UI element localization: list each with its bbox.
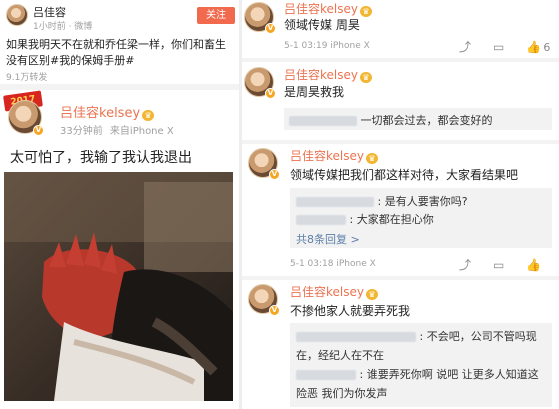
comment1-likes: 6 xyxy=(543,40,551,54)
vip-crown-icon: ♛ xyxy=(365,153,378,164)
comment4-author[interactable]: 吕佳容kelsey ♛ xyxy=(290,283,378,300)
comment3-meta: 5-1 03:18 iPhone X xyxy=(290,259,376,269)
comment1-meta: 5-1 03:19 iPhone X xyxy=(284,41,370,51)
like-icon[interactable]: 👍 6 xyxy=(526,40,550,54)
author-name[interactable]: 吕佳容 xyxy=(33,4,66,20)
redacted-username xyxy=(296,332,416,342)
divider xyxy=(242,140,559,144)
verified-icon: V xyxy=(265,88,276,99)
divider xyxy=(242,58,559,62)
comment-icon[interactable]: ▭ xyxy=(493,258,504,272)
photo-image xyxy=(4,172,233,401)
share-icon[interactable]: ⤴ xyxy=(459,256,471,273)
comment4-reply1b: 在，经纪人在不在 xyxy=(296,349,384,362)
comment4-reply2a-text: : 谁要弄死你啊 说吧 让更多人知道这 xyxy=(359,368,539,381)
comment3-author[interactable]: 吕佳容kelsey ♛ xyxy=(290,147,378,164)
comment4-reply1a: : 不会吧，公司不管吗现 xyxy=(296,328,537,344)
redacted-username xyxy=(289,116,357,126)
comment-icon[interactable]: ▭ xyxy=(493,40,504,54)
author-avatar[interactable] xyxy=(6,4,28,26)
repost-count: 9.1万转发 xyxy=(6,73,48,83)
comment2-author-text: 吕佳容kelsey xyxy=(284,68,358,82)
divider xyxy=(0,84,239,90)
comment3-reply2: : 大家都在担心你 xyxy=(296,211,434,227)
comment3-author-text: 吕佳容kelsey xyxy=(290,149,364,163)
card-text: 太可怕了，我输了我认我退出 xyxy=(10,150,192,166)
divider xyxy=(242,276,559,280)
vip-crown-icon: ♛ xyxy=(359,6,372,17)
comment2-reply-text: 一切都会过去，都会变好的 xyxy=(360,114,493,127)
card-source: 来自iPhone X xyxy=(109,126,174,137)
comment3-text: 领域传媒把我们都这样对待，大家看结果吧 xyxy=(290,168,519,182)
follow-button[interactable]: 关注 xyxy=(197,7,235,24)
verified-icon: V xyxy=(265,23,276,34)
comment2-text: 是周昊救我 xyxy=(284,85,345,99)
comment2-author[interactable]: 吕佳容kelsey ♛ xyxy=(284,66,372,83)
card-author-name[interactable]: 吕佳容kelsey ♛ xyxy=(60,102,155,121)
left-post: 吕佳容 1小时前 · 微博 关注 如果我明天不在就和乔任梁一样，你们和畜生 没有… xyxy=(0,0,239,409)
comment4-reply1a-text: : 不会吧，公司不管吗现 xyxy=(419,330,537,343)
redacted-username xyxy=(296,215,346,225)
like-icon[interactable]: 👍 xyxy=(526,258,541,272)
redacted-username xyxy=(296,370,356,380)
comment4-text: 不掺他家人就要弄死我 xyxy=(290,304,411,318)
post-text-line1: 如果我明天不在就和乔任梁一样，你们和畜生 xyxy=(6,38,226,51)
redacted-username xyxy=(296,197,374,207)
comment1-author-text: 吕佳容kelsey xyxy=(284,2,358,16)
verified-icon: V xyxy=(269,169,280,180)
comment4-author-text: 吕佳容kelsey xyxy=(290,285,364,299)
comment3-reply1: : 是有人要害你吗? xyxy=(296,193,468,209)
vip-crown-icon: ♛ xyxy=(359,72,372,83)
comment4-reply2b: 险恶 我们为你发声 xyxy=(296,387,388,400)
card-time: 33分钟前 xyxy=(60,126,103,137)
vip-crown-icon: ♛ xyxy=(142,110,155,121)
verified-icon: V xyxy=(33,125,44,136)
share-icon[interactable]: ⤴ xyxy=(459,38,471,55)
post-meta: 1小时前 · 微博 xyxy=(33,22,93,32)
comment3-more-replies[interactable]: 共8条回复 > xyxy=(296,231,360,247)
post-photo[interactable] xyxy=(4,172,233,401)
comment3-reply2-text: : 大家都在担心你 xyxy=(349,213,434,226)
vip-crown-icon: ♛ xyxy=(365,289,378,300)
comment1-text: 领域传媒 周昊 xyxy=(284,18,360,32)
post-text-line2: 没有区别#我的保姆手册# xyxy=(6,54,135,67)
card-meta: 33分钟前 来自iPhone X xyxy=(60,122,174,137)
card-author-name-text: 吕佳容kelsey xyxy=(60,106,141,121)
comment4-reply2a: : 谁要弄死你啊 说吧 让更多人知道这 xyxy=(296,366,539,382)
comment1-actions: ⤴ ▭ 👍 6 xyxy=(459,38,550,55)
comment1-author[interactable]: 吕佳容kelsey ♛ xyxy=(284,0,372,17)
comment3-actions: ⤴ ▭ 👍 xyxy=(459,256,541,273)
comment3-reply1-text: : 是有人要害你吗? xyxy=(377,195,468,208)
comment2-reply: 一切都会过去，都会变好的 xyxy=(289,112,493,128)
verified-icon: V xyxy=(269,305,280,316)
